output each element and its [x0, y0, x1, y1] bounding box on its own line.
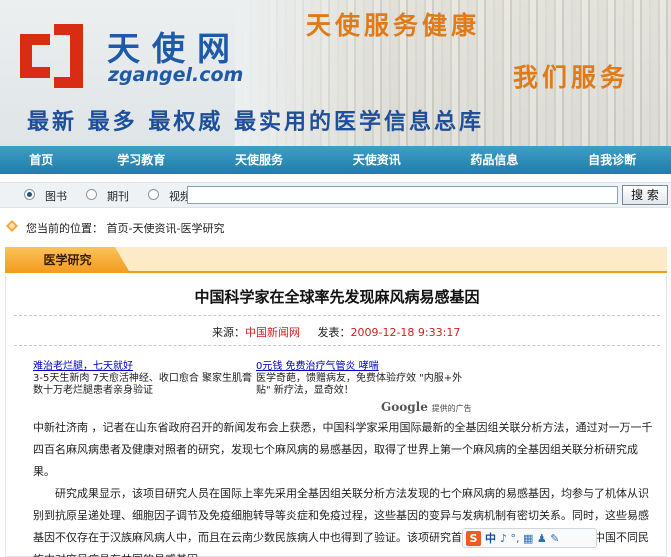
sogou-icon[interactable]: S	[466, 530, 481, 546]
ads-provider[interactable]: Google 提供的广告	[381, 400, 472, 414]
nav-drug-info[interactable]: 药品信息	[436, 146, 554, 174]
nav-education[interactable]: 学习教育	[82, 146, 200, 174]
banner-slogan-top: 天使服务健康	[306, 11, 481, 40]
radio-books-label[interactable]: 图书	[45, 188, 67, 204]
google-logo: Google	[381, 400, 428, 414]
ad-desc-1: 3-5天生新肉 7天愈活神经、收口愈合 聚家生肌膏 数十万老烂腿患者亲身验证	[33, 373, 253, 396]
site-domain[interactable]: zgangel.com	[108, 64, 243, 86]
ime-toolbar[interactable]: S 中 ♪ °, ▦ ♟ ✎	[462, 528, 597, 548]
nav-services[interactable]: 天使服务	[200, 146, 318, 174]
article-meta: 来源：中国新闻网 发表：2009-12-18 9:33:17	[212, 324, 460, 340]
nav-self-diagnosis[interactable]: 自我诊断	[553, 146, 671, 174]
divider	[14, 315, 660, 316]
radio-journals-label[interactable]: 期刊	[107, 188, 129, 204]
tab-medical-research[interactable]: 医学研究	[5, 247, 130, 273]
ime-tool-icons[interactable]: ♪ °, ▦ ♟ ✎	[500, 532, 559, 545]
site-logo-text[interactable]: 天使网	[107, 22, 242, 70]
search-bar: 图书 期刊 视频 搜 索	[0, 182, 671, 208]
site-logo-mark[interactable]	[20, 24, 96, 88]
ad-block-1: 难治老烂腿，七天就好 3-5天生新肉 7天愈活神经、收口愈合 聚家生肌膏 数十万…	[33, 361, 255, 397]
breadcrumb-text: 您当前的位置： 首页-天使资讯-医学研究	[26, 220, 224, 236]
article-source[interactable]: 中国新闻网	[245, 326, 300, 339]
site-banner: 天使网 zgangel.com 天使服务健康 我们服务 最新 最多 最权威 最实…	[0, 0, 671, 148]
nav-home[interactable]: 首页	[0, 146, 82, 174]
source-label: 来源：	[212, 326, 245, 339]
ad-desc-2: 医学奇葩，馈赠病友，免费体验疗效 "内服+外贴" 新疗法，显奇效！	[256, 373, 463, 396]
breadcrumb-path[interactable]: 首页-天使资讯-医学研究	[107, 222, 225, 235]
article-paragraph: 中新社济南 ，记者在山东省政府召开的新闻发布会上获悉，中国科学家采用国际最新的全…	[33, 421, 653, 478]
divider	[14, 345, 660, 346]
ad-link-2[interactable]: 0元钱 免费治疗气管炎 哮喘	[256, 361, 471, 373]
banner-slogan-right: 我们服务	[513, 63, 630, 92]
breadcrumb-prefix: 您当前的位置：	[26, 222, 103, 235]
ads-provider-suffix: 提供的广告	[431, 404, 472, 413]
radio-journals[interactable]	[86, 189, 97, 200]
banner-slogan-bottom: 最新 最多 最权威 最实用的医学信息总库	[27, 109, 484, 135]
article-date: 2009-12-18 9:33:17	[350, 326, 461, 339]
search-button[interactable]: 搜 索	[622, 185, 668, 205]
search-input[interactable]	[187, 186, 618, 204]
ad-link-1[interactable]: 难治老烂腿，七天就好	[33, 361, 255, 373]
article-panel: 中国科学家在全球率先发现麻风病易感基因 来源：中国新闻网 发表：2009-12-…	[5, 275, 667, 557]
main-nav: 首页 学习教育 天使服务 天使资讯 药品信息 自我诊断	[0, 146, 671, 174]
ad-block-2: 0元钱 免费治疗气管炎 哮喘 医学奇葩，馈赠病友，免费体验疗效 "内服+外贴" …	[256, 361, 471, 397]
location-icon	[6, 220, 18, 232]
nav-news[interactable]: 天使资讯	[318, 146, 436, 174]
published-label: 发表：	[317, 326, 351, 339]
ime-mode[interactable]: 中	[485, 530, 496, 546]
article-title: 中国科学家在全球率先发现麻风病易感基因	[194, 288, 480, 306]
radio-books[interactable]	[24, 189, 35, 200]
radio-videos[interactable]	[148, 189, 159, 200]
breadcrumb: 您当前的位置： 首页-天使资讯-医学研究	[0, 214, 671, 238]
